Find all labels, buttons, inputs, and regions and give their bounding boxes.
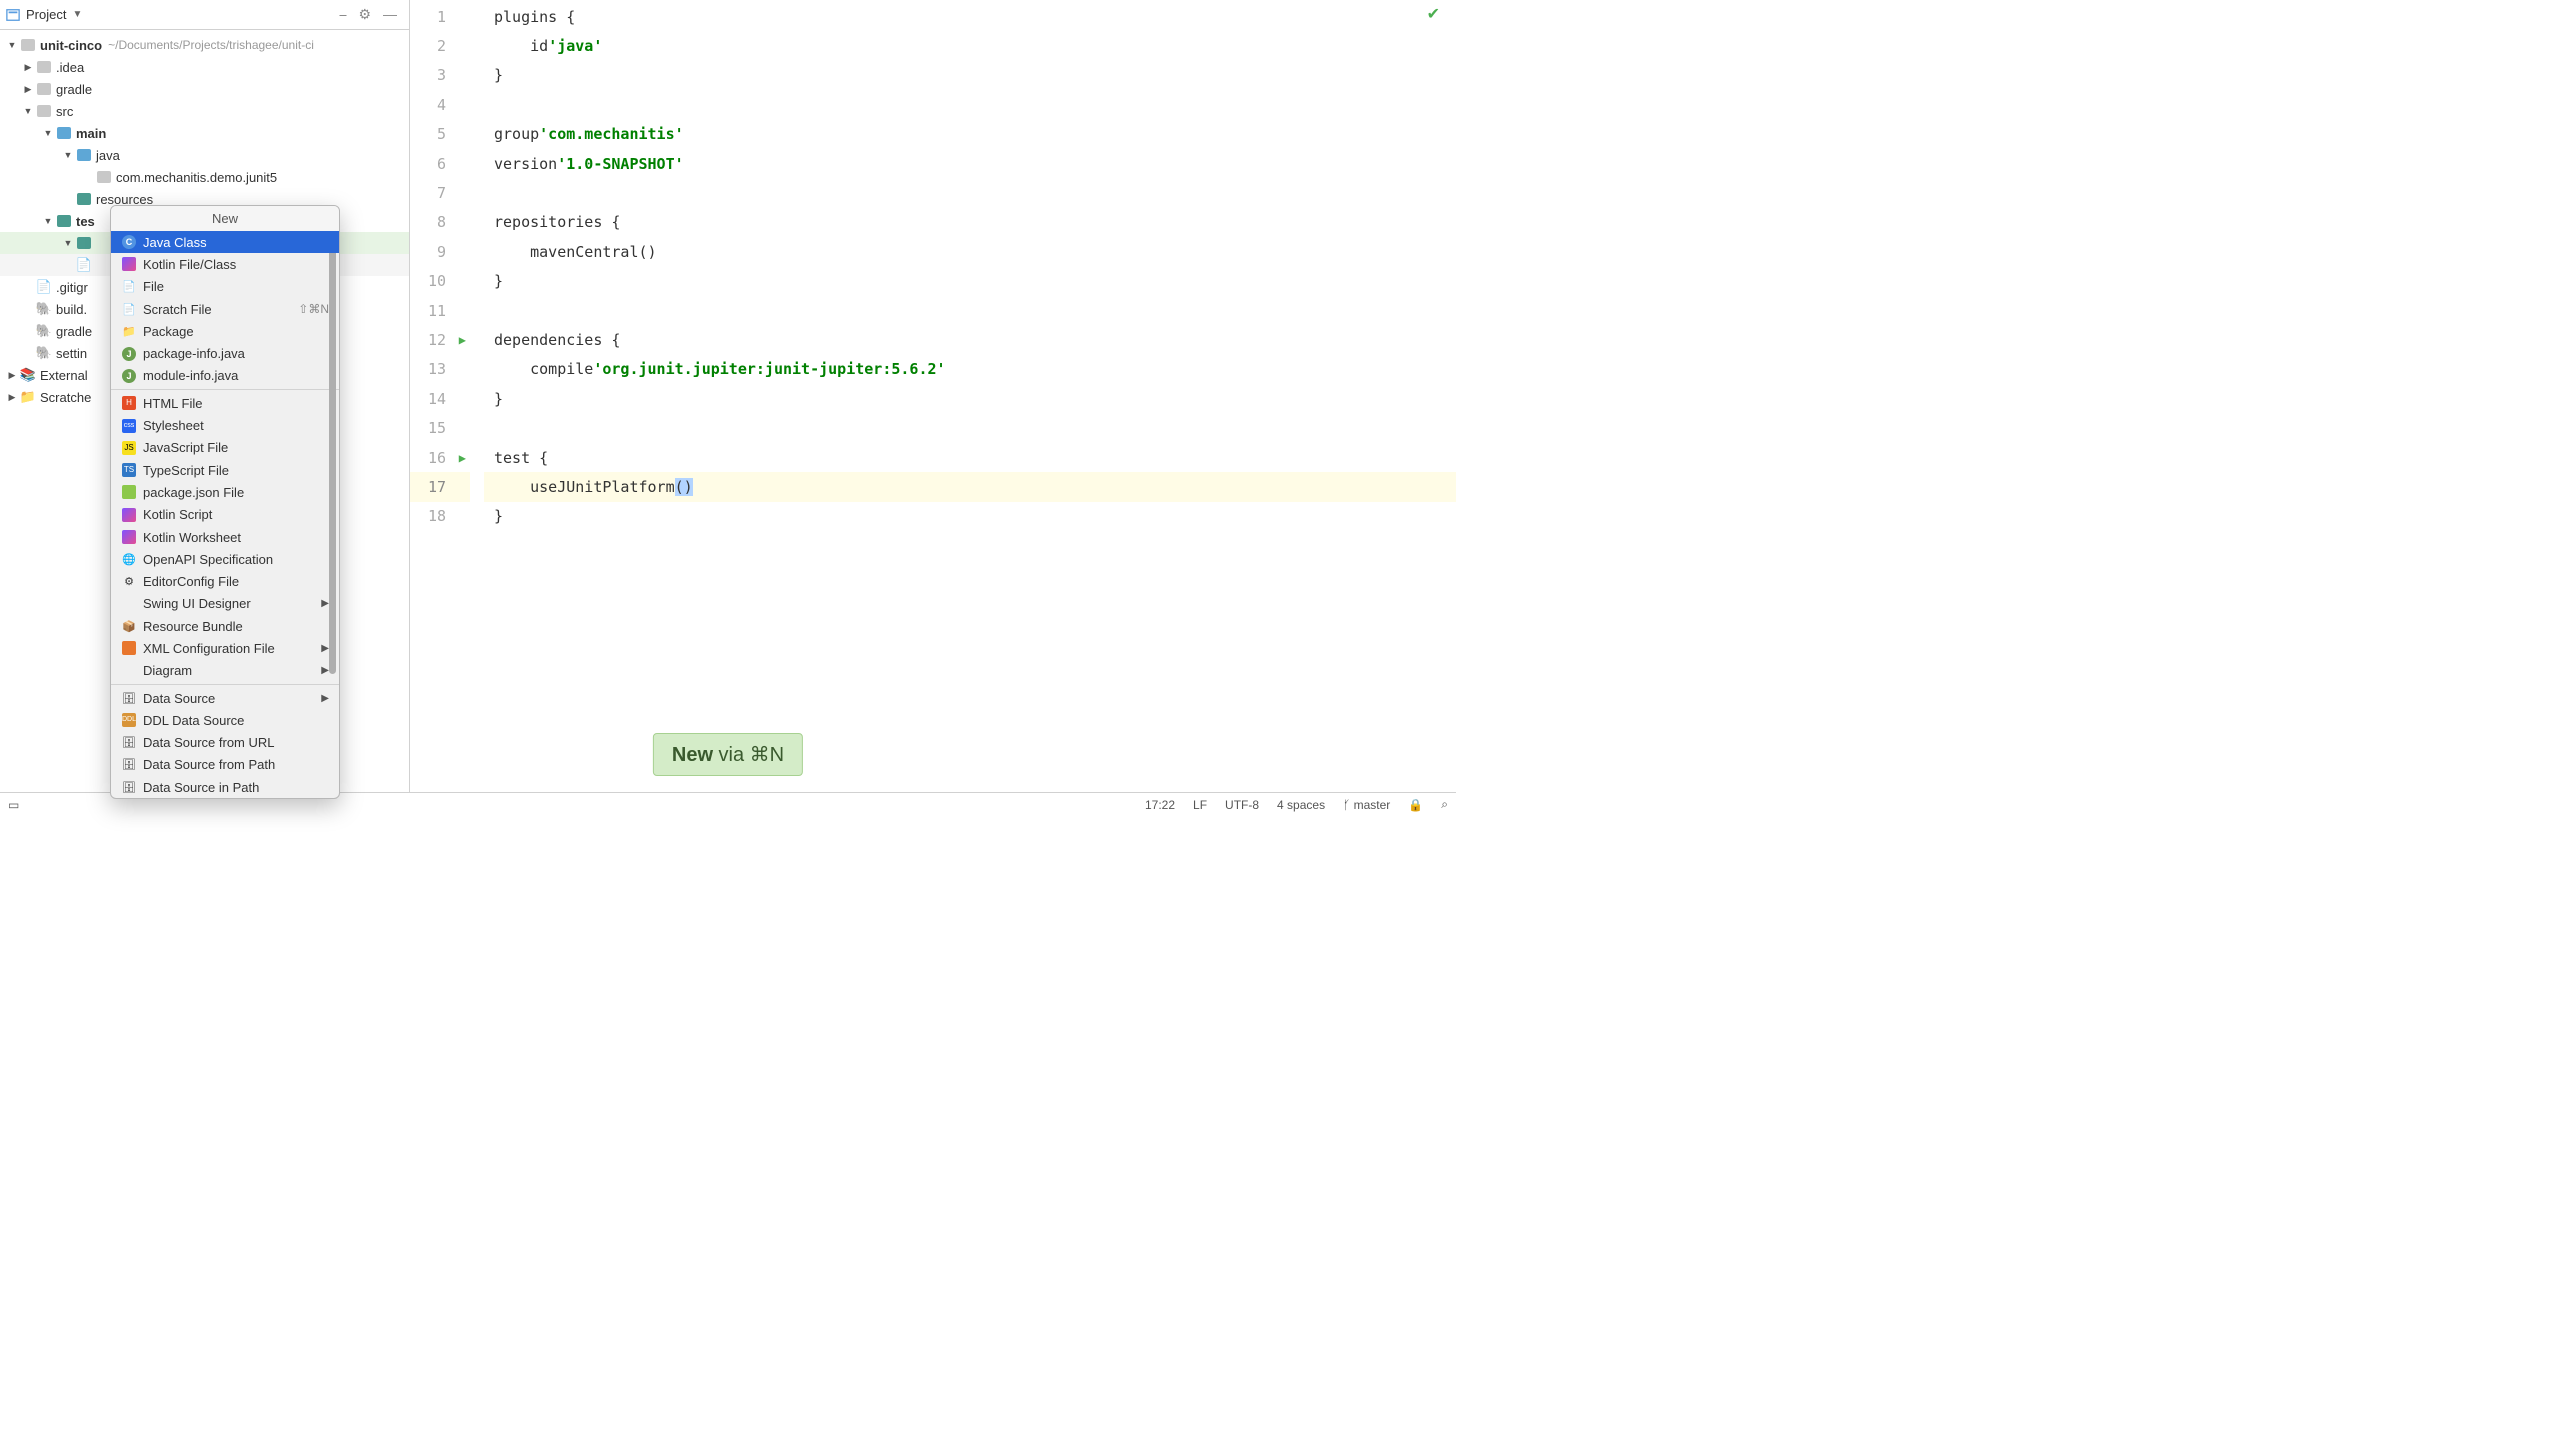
menu-item[interactable]: Kotlin Script [111,504,339,526]
html-file-icon: H [121,395,137,411]
menu-title: New [111,206,339,231]
settings-icon[interactable]: ⚙ [358,6,371,23]
menu-item[interactable]: DDLDDL Data Source [111,709,339,731]
select-opened-icon[interactable]: ⎯ [339,6,346,23]
menu-item[interactable]: JSJavaScript File [111,437,339,459]
tree-item[interactable]: ▶.idea [0,56,409,78]
project-icon [6,8,20,22]
new-context-menu: New CJava ClassKotlin File/Class📄File📄Sc… [110,205,340,799]
kotlin-script-icon [121,507,137,523]
fold-strip [470,0,484,816]
stylesheet-icon: css [121,418,137,434]
status-lf[interactable]: LF [1193,798,1207,812]
lock-icon[interactable]: 🔒 [1408,798,1423,812]
menu-item[interactable]: 📄Scratch File⇧⌘N [111,298,339,320]
shortcut-hint: New via ⌘N [653,733,803,776]
project-header: Project ▼ ⎯ ⚙ — [0,0,409,30]
menu-item[interactable]: 🗄Data Source from URL [111,732,339,754]
data-source-from-url-icon: 🗄 [121,735,137,751]
tree-root[interactable]: ▼unit-cinco~/Documents/Projects/trishage… [0,34,409,56]
tree-item[interactable]: ▼main [0,122,409,144]
data-source-icon: 🗄 [121,690,137,706]
tree-item[interactable]: com.mechanitis.demo.junit5 [0,166,409,188]
scratch-file-icon: 📄 [121,301,137,317]
editor[interactable]: 123456789101112▶13141516▶1718 plugins { … [410,0,1456,816]
data-source-in-path-icon: 🗄 [121,779,137,795]
tree-item[interactable]: ▼java [0,144,409,166]
tree-item[interactable]: ▼src [0,100,409,122]
xml-configuration-file-icon [121,640,137,656]
menu-item[interactable]: Diagram▶ [111,660,339,682]
menu-item[interactable]: XML Configuration File▶ [111,637,339,659]
status-time: 17:22 [1145,798,1175,812]
search-icon[interactable]: ⌕ [1441,797,1448,812]
resource-bundle-icon: 📦 [121,618,137,634]
collapse-icon[interactable]: — [383,6,397,23]
menu-item[interactable]: CJava Class [111,231,339,253]
data-source-from-path-icon: 🗄 [121,757,137,773]
menu-item[interactable]: Jmodule-info.java [111,365,339,387]
menu-item[interactable]: Kotlin File/Class [111,253,339,275]
menu-item[interactable]: Swing UI Designer▶ [111,593,339,615]
status-encoding[interactable]: UTF-8 [1225,798,1259,812]
status-branch[interactable]: ᚶ master [1343,798,1390,812]
status-icon[interactable]: ▭ [8,798,19,812]
menu-item[interactable]: 🌐OpenAPI Specification [111,548,339,570]
tree-item[interactable]: ▶gradle [0,78,409,100]
menu-item[interactable]: Kotlin Worksheet [111,526,339,548]
menu-item[interactable]: 🗄Data Source from Path [111,754,339,776]
menu-item[interactable]: 🗄Data Source▶ [111,687,339,709]
swing-ui-designer-icon [121,596,137,612]
menu-item[interactable]: 📁Package [111,320,339,342]
code-area[interactable]: plugins { id 'java'}group 'com.mechaniti… [484,0,1456,816]
menu-item[interactable]: 📦Resource Bundle [111,615,339,637]
java-class-icon: C [121,234,137,250]
menu-item[interactable]: ⚙EditorConfig File [111,570,339,592]
menu-item[interactable]: 🗄Data Source in Path [111,776,339,798]
menu-item[interactable]: TSTypeScript File [111,459,339,481]
kotlin-file-class-icon [121,256,137,272]
menu-item[interactable]: cssStylesheet [111,414,339,436]
package-info-java-icon: J [121,346,137,362]
gutter: 123456789101112▶13141516▶1718 [410,0,470,816]
package-json-file-icon [121,484,137,500]
file-icon: 📄 [121,279,137,295]
diagram-icon [121,663,137,679]
status-indent[interactable]: 4 spaces [1277,798,1325,812]
javascript-file-icon: JS [121,440,137,456]
chevron-down-icon[interactable]: ▼ [72,9,82,20]
inspection-ok-icon[interactable]: ✔ [1427,4,1440,24]
typescript-file-icon: TS [121,462,137,478]
menu-item[interactable]: Jpackage-info.java [111,342,339,364]
menu-item[interactable]: HHTML File [111,392,339,414]
module-info-java-icon: J [121,368,137,384]
package-icon: 📁 [121,323,137,339]
editorconfig-file-icon: ⚙ [121,574,137,590]
openapi-specification-icon: 🌐 [121,551,137,567]
menu-item[interactable]: 📄File [111,276,339,298]
project-title[interactable]: Project [26,7,66,22]
ddl-data-source-icon: DDL [121,712,137,728]
kotlin-worksheet-icon [121,529,137,545]
menu-item[interactable]: package.json File [111,481,339,503]
